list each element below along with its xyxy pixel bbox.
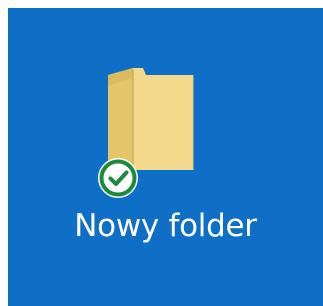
- folder-label: Nowy folder: [74, 208, 257, 244]
- desktop-area: Nowy folder: [8, 8, 323, 306]
- sync-status-check-icon: [96, 156, 140, 200]
- desktop-folder-item[interactable]: Nowy folder: [8, 8, 323, 306]
